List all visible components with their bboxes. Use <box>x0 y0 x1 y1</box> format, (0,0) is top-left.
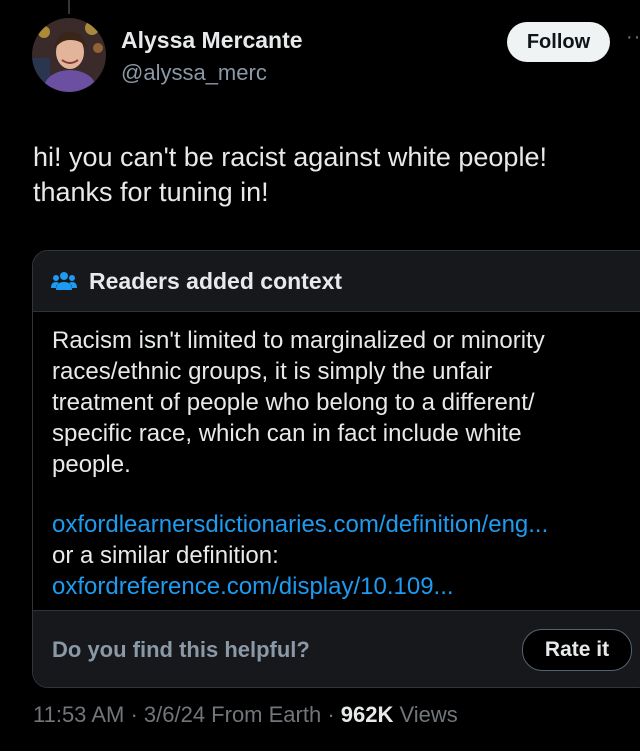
people-icon <box>51 272 77 290</box>
author-handle[interactable]: @alyssa_merc <box>121 60 267 86</box>
author-display-name[interactable]: Alyssa Mercante <box>121 27 303 54</box>
note-body-line: Racism isn't limited to marginalized or … <box>52 327 545 354</box>
meta-separator: · <box>124 702 144 727</box>
thread-connector-line <box>68 0 70 14</box>
tweet-time[interactable]: 11:53 AM <box>33 702 124 727</box>
tweet-text: hi! you can't be racist against white pe… <box>33 140 613 210</box>
tweet-text-line: thanks for tuning in! <box>33 177 269 207</box>
community-note-title: Readers added context <box>89 267 343 294</box>
rate-it-button[interactable]: Rate it <box>522 629 632 671</box>
note-body-line: treatment of people who belong to a diff… <box>52 389 535 416</box>
community-note-footer: Do you find this helpful? Rate it <box>33 610 640 687</box>
tweet-text-line: hi! you can't be racist against white pe… <box>33 142 547 172</box>
meta-separator: · <box>321 702 341 727</box>
source-link-oxford-learners[interactable]: oxfordlearnersdictionaries.com/definitio… <box>52 509 548 540</box>
views-count: 962K <box>340 702 394 727</box>
more-horizontal-icon[interactable]: ·· <box>626 26 640 49</box>
tweet-date[interactable]: 3/6/24 <box>144 702 205 727</box>
source-link-oxford-reference[interactable]: oxfordreference.com/display/10.109... <box>52 571 548 602</box>
tweet-source: From Earth <box>205 702 322 727</box>
note-body-line: people. <box>52 451 131 478</box>
note-body-line: specific race, which can in fact include… <box>52 420 522 447</box>
avatar[interactable] <box>32 18 106 92</box>
community-note-header[interactable]: Readers added context <box>33 251 640 312</box>
community-note-body: Racism isn't limited to marginalized or … <box>52 325 640 480</box>
follow-button[interactable]: Follow <box>507 22 610 62</box>
views-label: Views <box>393 702 458 727</box>
community-note-sources: oxfordlearnersdictionaries.com/definitio… <box>52 509 548 602</box>
tweet-meta: 11:53 AM · 3/6/24 From Earth · 962K View… <box>33 702 458 728</box>
helpful-question: Do you find this helpful? <box>52 637 310 662</box>
note-body-line: races/ethnic groups, it is simply the un… <box>52 358 493 385</box>
source-connector-text: or a similar definition: <box>52 542 279 569</box>
community-note-card: Readers added context Racism isn't limit… <box>32 250 640 688</box>
